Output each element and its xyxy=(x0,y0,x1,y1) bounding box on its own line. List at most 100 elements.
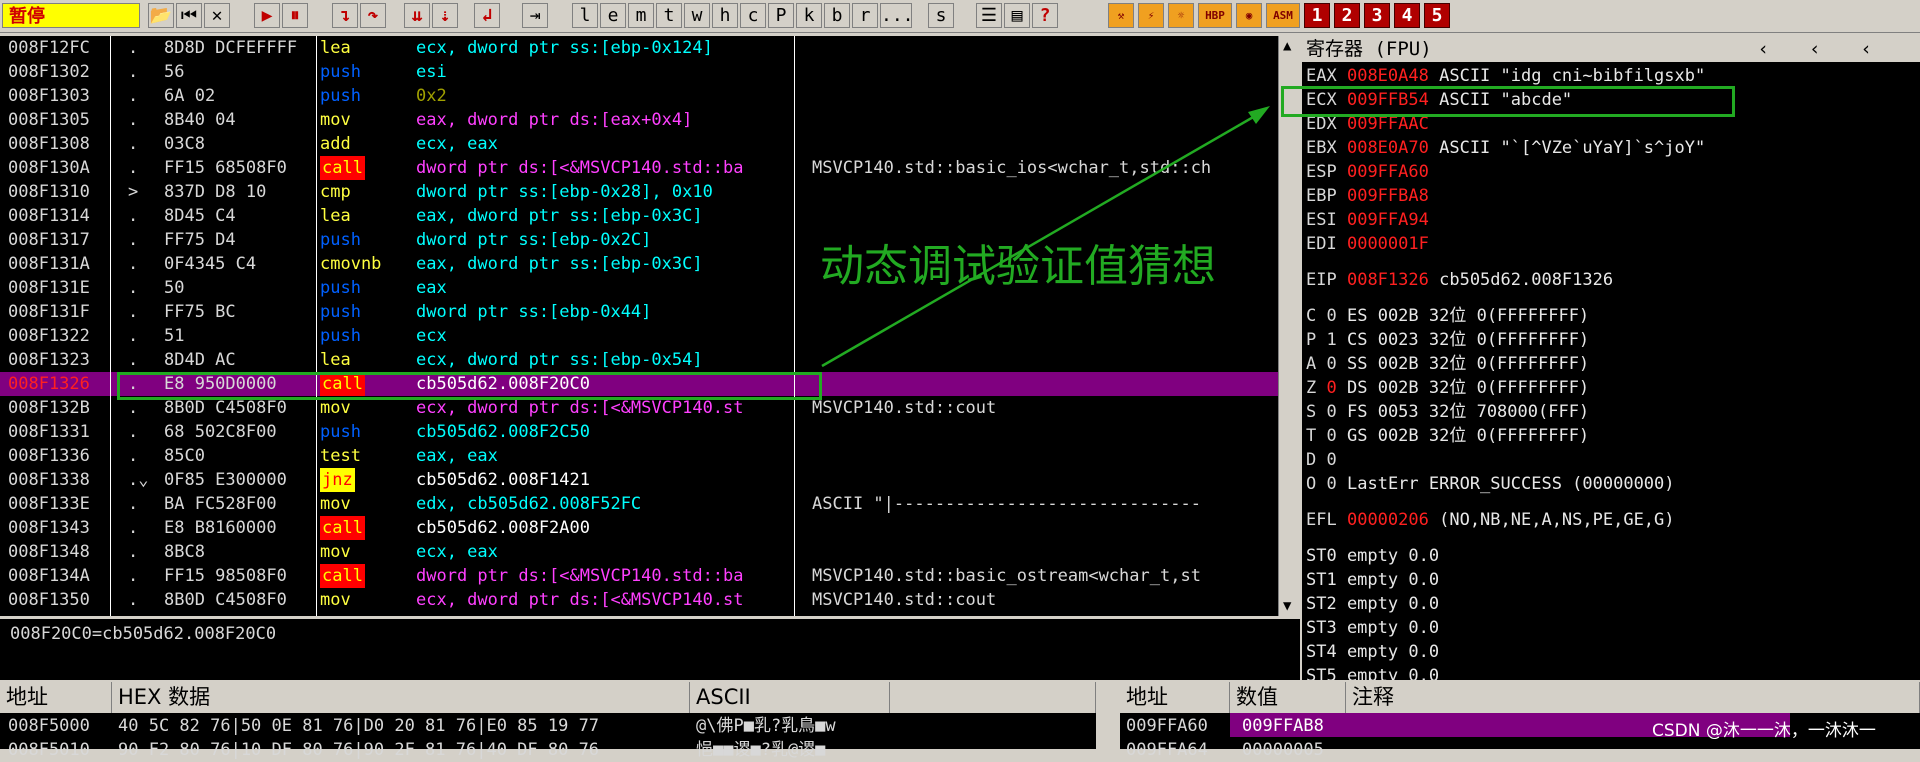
disasm-row[interactable]: 008F1310 >837D D8 10 cmp dword ptr ss:[ebp-… xyxy=(0,180,1278,204)
toolbar-btn-e[interactable]: e xyxy=(600,3,626,28)
fpu-row[interactable]: ST1 empty 0.0 xyxy=(1306,568,1449,592)
step-over-icon[interactable]: ↷ xyxy=(360,3,386,28)
hbp-button[interactable]: HBP xyxy=(1198,3,1232,28)
register-row-eip[interactable]: EIP 008F1326 cb505d62.008F1326 xyxy=(1306,268,1623,292)
execute-till-return-icon[interactable]: ↲ xyxy=(474,3,500,28)
dump-header-ascii[interactable]: ASCII xyxy=(690,682,890,713)
step-into-icon[interactable]: ↴ xyxy=(332,3,358,28)
disasm-row[interactable]: 008F130A. FF15 68508F0 call dword ptr ds:[<… xyxy=(0,156,1278,180)
toolbar-btn-w[interactable]: w xyxy=(684,3,710,28)
goto-icon[interactable]: ⇥ xyxy=(522,3,548,28)
fpu-register: ST3 empty 0.0 xyxy=(1306,618,1440,638)
toolbar-btn-h[interactable]: h xyxy=(712,3,738,28)
run-icon[interactable]: ▶ xyxy=(254,3,280,28)
disasm-row[interactable]: 008F1314. 8D45 C4 lea eax, dword ptr ss:[eb… xyxy=(0,204,1278,228)
fpu-row[interactable]: ST0 empty 0.0 xyxy=(1306,544,1449,568)
register-row-esi[interactable]: ESI 009FFA94 xyxy=(1306,208,1439,232)
disasm-row[interactable]: 008F131F. FF75 BC push dword ptr ss:[ebp-0x… xyxy=(0,300,1278,324)
pause-icon[interactable]: ⏸ xyxy=(282,3,308,28)
open-file-icon[interactable]: 📂 xyxy=(148,3,174,28)
register-row-esp[interactable]: ESP 009FFA60 xyxy=(1306,160,1439,184)
toolbar-btn-p[interactable]: P xyxy=(768,3,794,28)
disasm-row[interactable]: 008F12FC. 8D8D DCFEFFFF lea ecx, dword ptr … xyxy=(0,36,1278,60)
fpu-row[interactable]: ST2 empty 0.0 xyxy=(1306,592,1449,616)
disasm-row[interactable]: 008F1323. 8D4D AC lea ecx, dword ptr ss:[eb… xyxy=(0,348,1278,372)
bottom-scrollbar[interactable] xyxy=(1096,682,1120,749)
flag-row-d[interactable]: D 0 xyxy=(1306,448,1347,472)
toolbar-btn-m[interactable]: m xyxy=(628,3,654,28)
flag-row-s[interactable]: S 0 FS 0053 32位 708000(FFF) xyxy=(1306,400,1599,424)
flag-row-o[interactable]: O 0 LastErr ERROR_SUCCESS (00000000) xyxy=(1306,472,1685,496)
disasm-row[interactable]: 008F1302. 56 push esi xyxy=(0,60,1278,84)
disasm-address: 008F134A xyxy=(8,566,90,586)
toolbar-btn-k[interactable]: k xyxy=(796,3,822,28)
flag-row-a[interactable]: A 0 SS 002B 32位 0(FFFFFFFF) xyxy=(1306,352,1599,376)
flag-row-c[interactable]: C 0 ES 002B 32位 0(FFFFFFFF) xyxy=(1306,304,1599,328)
list-icon[interactable]: ☰ xyxy=(976,3,1002,28)
scroll-up-icon[interactable]: ▲ xyxy=(1283,38,1291,54)
toolbar-btn-b[interactable]: b xyxy=(824,3,850,28)
registers-header[interactable]: 寄存器 (FPU) ‹‹‹ xyxy=(1302,36,1920,62)
flag-row-t[interactable]: T 0 GS 002B 32位 0(FFFFFFFF) xyxy=(1306,424,1599,448)
disasm-operand: ecx, dword ptr ss:[ebp-0x124] xyxy=(416,38,713,58)
disassembly-scrollbar[interactable]: ▲ ▼ xyxy=(1278,36,1303,616)
scroll-down-icon[interactable]: ▼ xyxy=(1283,598,1291,614)
disasm-row[interactable]: 008F133E. BA FC528F00 mov edx, cb505d62.008… xyxy=(0,492,1278,516)
toolbar-btn-l[interactable]: l xyxy=(572,3,598,28)
dump-header-hex[interactable]: HEX 数据 xyxy=(112,682,690,713)
disassembly-pane[interactable]: 008F12FC. 8D8D DCFEFFFF lea ecx, dword ptr … xyxy=(0,36,1278,616)
stack-header-address[interactable]: 地址 xyxy=(1120,682,1230,713)
flag-row-p[interactable]: P 1 CS 0023 32位 0(FFFFFFFF) xyxy=(1306,328,1599,352)
stack-header-value[interactable]: 数值 xyxy=(1230,682,1346,713)
fpu-row[interactable]: ST5 empty 0.0 xyxy=(1306,664,1449,680)
plugin-3-icon[interactable]: ☼ xyxy=(1168,3,1194,28)
toolbar-num-2[interactable]: 2 xyxy=(1334,3,1360,28)
options-icon[interactable]: ▤ xyxy=(1004,3,1030,28)
toolbar-btn-t[interactable]: t xyxy=(656,3,682,28)
disasm-operand: eax, dword ptr ss:[ebp-0x3C] xyxy=(416,206,703,226)
disasm-row[interactable]: 008F1338 .⌄ 0F85 E300000 jnz cb505d62.008F14… xyxy=(0,468,1278,492)
register-row-efl[interactable]: EFL 00000206 (NO,NB,NE,A,NS,PE,GE,G) xyxy=(1306,508,1685,532)
trace-over-icon[interactable]: ⇣ xyxy=(432,3,458,28)
restart-icon[interactable]: ⏮ xyxy=(176,3,202,28)
toolbar-btn-r[interactable]: r xyxy=(852,3,878,28)
registers-nav-arrows[interactable]: ‹‹‹ xyxy=(1758,36,1912,62)
register-row-eax[interactable]: EAX 008E0A48 ASCII "idg cni~bibfilgsxb" xyxy=(1306,64,1715,88)
register-row-ebp[interactable]: EBP 009FFBA8 xyxy=(1306,184,1439,208)
help-icon[interactable]: ? xyxy=(1032,3,1058,28)
register-row-edi[interactable]: EDI 0000001F xyxy=(1306,232,1439,256)
fpu-row[interactable]: ST3 empty 0.0 xyxy=(1306,616,1449,640)
disasm-row[interactable]: 008F1343. E8 B8160000 call cb505d62.008F2A0… xyxy=(0,516,1278,540)
asm-button[interactable]: ASM xyxy=(1266,3,1300,28)
disasm-operand: eax, eax xyxy=(416,446,498,466)
disasm-row[interactable]: 008F134A. FF15 98508F0 call dword ptr ds:[<… xyxy=(0,564,1278,588)
toolbar-num-1[interactable]: 1 xyxy=(1304,3,1330,28)
disasm-row[interactable]: 008F1350. 8B0D C4508F0 mov ecx, dword ptr d… xyxy=(0,588,1278,612)
flag-row-z[interactable]: Z 0 DS 002B 32位 0(FFFFFFFF) xyxy=(1306,376,1599,400)
plugin-2-icon[interactable]: ⚡ xyxy=(1138,3,1164,28)
toolbar-btn-s[interactable]: s xyxy=(928,3,954,28)
toolbar-btn-c[interactable]: c xyxy=(740,3,766,28)
disasm-row[interactable]: 008F1303. 6A 02 push 0x2 xyxy=(0,84,1278,108)
toolbar-num-5[interactable]: 5 xyxy=(1424,3,1450,28)
stack-header-comment[interactable]: 注释 xyxy=(1346,682,1920,713)
toolbar-num-3[interactable]: 3 xyxy=(1364,3,1390,28)
disasm-row[interactable]: 008F1336. 85C0 test eax, eax xyxy=(0,444,1278,468)
register-row-ebx[interactable]: EBX 008E0A70 ASCII "`[^VZe`uYaY]`s^joY" xyxy=(1306,136,1715,160)
dump-header-address[interactable]: 地址 xyxy=(0,682,112,713)
toolbar-btn-more[interactable]: ... xyxy=(880,3,914,28)
plugin-1-icon[interactable]: ⚒ xyxy=(1108,3,1134,28)
disasm-row[interactable]: 008F1322. 51 push ecx xyxy=(0,324,1278,348)
disasm-row[interactable]: 008F1331. 68 502C8F00 push cb505d62.008F2C5… xyxy=(0,420,1278,444)
disasm-row[interactable]: 008F1308. 03C8 add ecx, eax xyxy=(0,132,1278,156)
flag-name: A xyxy=(1306,354,1317,374)
trace-into-icon[interactable]: ⇊ xyxy=(404,3,430,28)
registers-pane[interactable]: 寄存器 (FPU) ‹‹‹ EAX 008E0A48 ASCII "idg cn… xyxy=(1302,36,1920,680)
toolbar-num-4[interactable]: 4 xyxy=(1394,3,1420,28)
disasm-row[interactable]: 008F1348. 8BC8 mov ecx, eax xyxy=(0,540,1278,564)
fpu-row[interactable]: ST4 empty 0.0 xyxy=(1306,640,1449,664)
plugin-4-icon[interactable]: ◉ xyxy=(1236,3,1262,28)
disasm-row[interactable]: 008F1305. 8B40 04 mov eax, dword ptr ds:[ea… xyxy=(0,108,1278,132)
close-icon[interactable]: ✕ xyxy=(204,3,230,28)
disasm-mnemonic: cmp xyxy=(320,182,351,202)
